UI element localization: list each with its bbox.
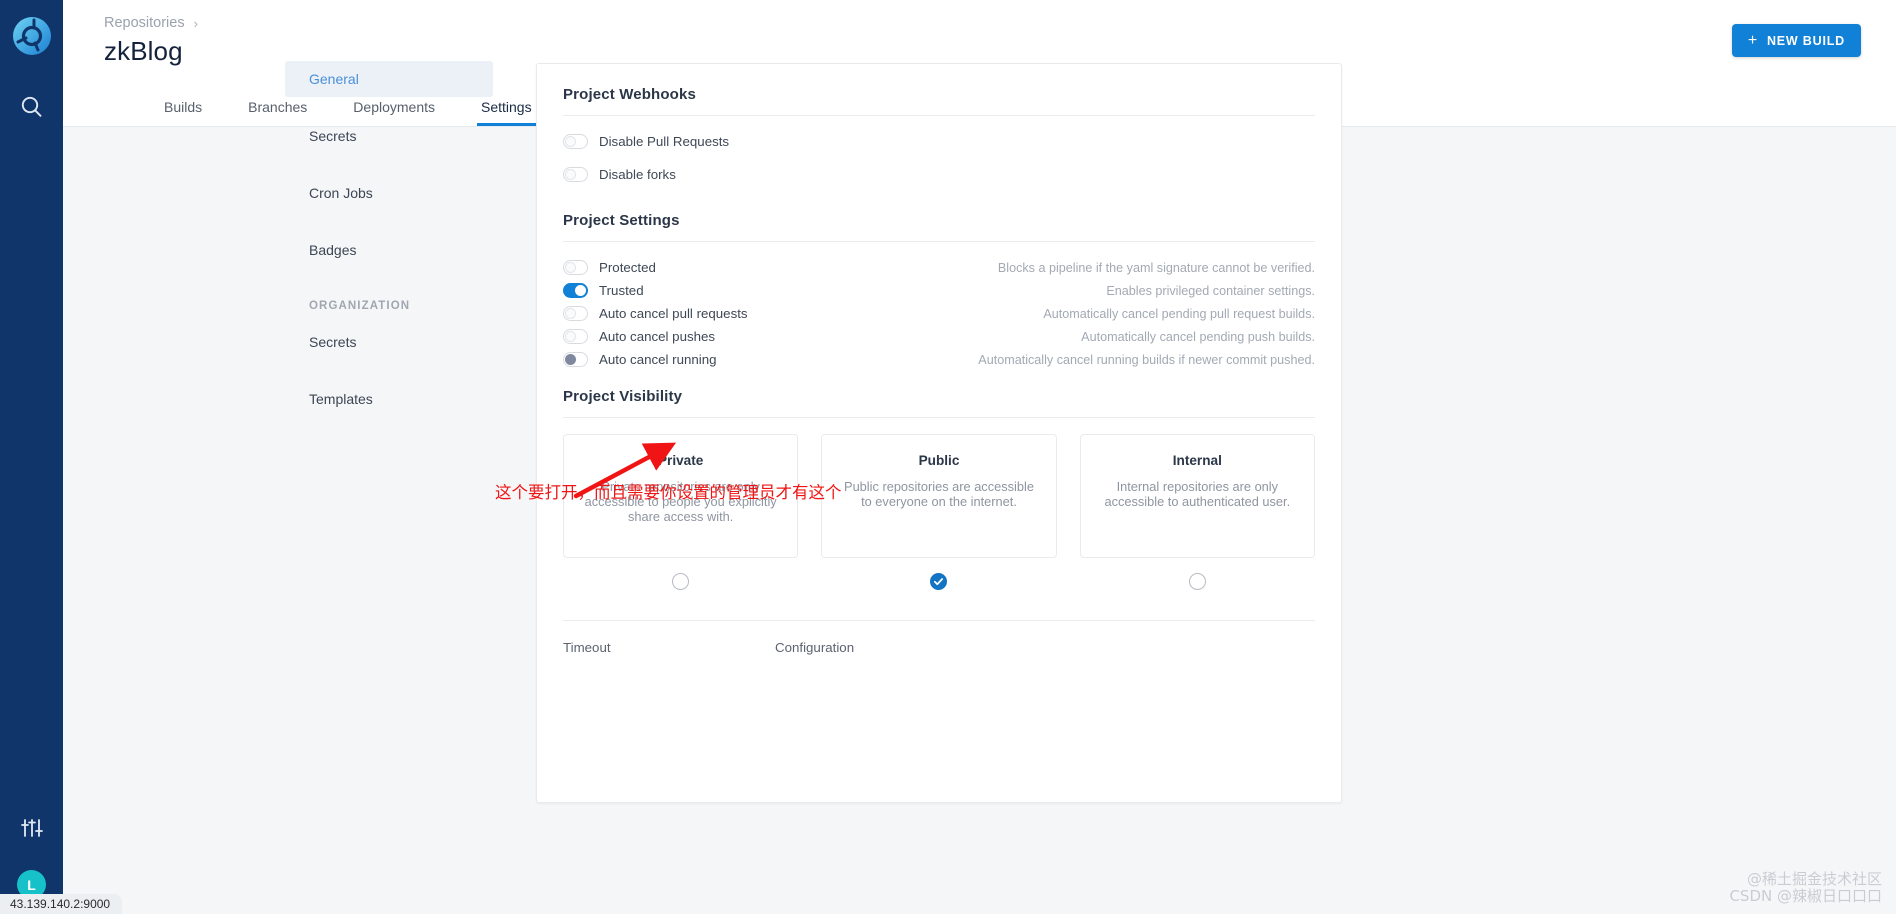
settings-nav-item-org-secrets[interactable]: Secrets <box>285 324 493 360</box>
visibility-name: Private <box>582 453 779 468</box>
section-title-webhooks: Project Webhooks <box>563 86 1315 103</box>
settings-nav-item-org-templates[interactable]: Templates <box>285 381 493 417</box>
divider <box>563 115 1315 116</box>
toggle-knob <box>565 354 576 365</box>
toggle-auto-cancel-pull-requests[interactable] <box>563 306 588 321</box>
bottom-field-labels: Timeout Configuration <box>563 640 1315 655</box>
toggle-knob <box>565 331 576 342</box>
new-build-label: NEW BUILD <box>1767 34 1845 48</box>
visibility-option-public[interactable]: Public Public repositories are accessibl… <box>821 434 1056 590</box>
spacer <box>563 186 1315 212</box>
visibility-options: Private Private repositories are only ac… <box>563 434 1315 590</box>
divider <box>563 241 1315 242</box>
visibility-description: Internal repositories are only accessibl… <box>1099 480 1296 510</box>
nav-gap <box>285 155 493 175</box>
option-auto-cancel-pull-requests[interactable]: Auto cancel pull requests Automatically … <box>563 302 1315 325</box>
toggle-knob <box>565 169 576 180</box>
nav-gap <box>285 212 493 232</box>
settings-nav: General Secrets Cron Jobs Badges ORGANIZ… <box>285 61 493 418</box>
visibility-radio-public[interactable] <box>930 573 947 590</box>
search-icon[interactable] <box>19 94 45 120</box>
timeout-label: Timeout <box>563 640 775 655</box>
chevron-right-icon: › <box>194 16 198 31</box>
toggle-protected[interactable] <box>563 260 588 275</box>
option-disable-pull-requests[interactable]: Disable Pull Requests <box>563 130 1315 153</box>
section-title-project-settings: Project Settings <box>563 212 1315 229</box>
new-build-button[interactable]: + NEW BUILD <box>1732 24 1861 57</box>
plus-icon: + <box>1748 33 1758 49</box>
visibility-name: Internal <box>1099 453 1296 468</box>
left-rail: L <box>0 0 63 914</box>
settings-nav-section-organization: ORGANIZATION <box>285 300 493 312</box>
option-disable-forks[interactable]: Disable forks <box>563 163 1315 186</box>
option-auto-cancel-running[interactable]: Auto cancel running Automatically cancel… <box>563 348 1315 371</box>
toggle-auto-cancel-running[interactable] <box>563 352 588 367</box>
page-title: zkBlog <box>104 36 183 67</box>
option-description: Automatically cancel pending push builds… <box>1081 330 1315 344</box>
visibility-radio-internal[interactable] <box>1189 573 1206 590</box>
option-label: Protected <box>599 260 656 275</box>
visibility-card[interactable]: Public Public repositories are accessibl… <box>821 434 1056 558</box>
nav-gap <box>285 361 493 381</box>
visibility-description: Public repositories are accessible to ev… <box>840 480 1037 510</box>
option-trusted[interactable]: Trusted Enables privileged container set… <box>563 279 1315 302</box>
spacer <box>563 371 1315 388</box>
toggle-knob <box>565 308 576 319</box>
visibility-option-internal[interactable]: Internal Internal repositories are only … <box>1080 434 1315 590</box>
nav-gap <box>285 269 493 289</box>
settings-nav-item-badges[interactable]: Badges <box>285 232 493 268</box>
toggle-knob <box>565 262 576 273</box>
settings-nav-item-general[interactable]: General <box>285 61 493 97</box>
app-root: L 43.139.140.2:9000 Repositories › zkBlo… <box>0 0 1896 914</box>
check-icon <box>933 576 944 587</box>
toggle-disable-pull-requests[interactable] <box>563 134 588 149</box>
option-label: Auto cancel pushes <box>599 329 715 344</box>
annotation-note: 这个要打开，而且需要你设置的管理员才有这个 <box>495 479 842 503</box>
toggle-disable-forks[interactable] <box>563 167 588 182</box>
settings-nav-item-secrets[interactable]: Secrets <box>285 118 493 154</box>
option-label: Trusted <box>599 283 644 298</box>
section-title-project-visibility: Project Visibility <box>563 388 1315 405</box>
option-auto-cancel-pushes[interactable]: Auto cancel pushes Automatically cancel … <box>563 325 1315 348</box>
visibility-name: Public <box>840 453 1037 468</box>
nav-gap <box>285 98 493 118</box>
status-url-tooltip: 43.139.140.2:9000 <box>0 894 122 914</box>
option-description: Blocks a pipeline if the yaml signature … <box>998 261 1315 275</box>
option-label: Disable forks <box>599 167 676 182</box>
breadcrumb: Repositories › <box>104 15 198 31</box>
option-label: Auto cancel pull requests <box>599 306 748 321</box>
toggle-knob <box>575 285 586 296</box>
option-description: Automatically cancel running builds if n… <box>978 353 1315 367</box>
divider <box>563 620 1315 621</box>
breadcrumb-link-repositories[interactable]: Repositories <box>104 15 185 31</box>
tab-builds[interactable]: Builds <box>164 99 202 126</box>
toggle-knob <box>565 136 576 147</box>
option-label: Auto cancel running <box>599 352 717 367</box>
drone-logo-icon[interactable] <box>12 16 52 56</box>
visibility-card[interactable]: Internal Internal repositories are only … <box>1080 434 1315 558</box>
settings-nav-item-cron-jobs[interactable]: Cron Jobs <box>285 175 493 211</box>
divider <box>563 417 1315 418</box>
option-description: Enables privileged container settings. <box>1106 284 1315 298</box>
option-protected[interactable]: Protected Blocks a pipeline if the yaml … <box>563 256 1315 279</box>
configuration-label: Configuration <box>775 640 854 655</box>
visibility-radio-private[interactable] <box>672 573 689 590</box>
visibility-option-private[interactable]: Private Private repositories are only ac… <box>563 434 798 590</box>
option-description: Automatically cancel pending pull reques… <box>1043 307 1315 321</box>
option-label: Disable Pull Requests <box>599 134 729 149</box>
toggle-auto-cancel-pushes[interactable] <box>563 329 588 344</box>
settings-card: Project Webhooks Disable Pull Requests D… <box>536 63 1342 803</box>
toggle-trusted[interactable] <box>563 283 588 298</box>
sliders-icon[interactable] <box>20 816 44 840</box>
